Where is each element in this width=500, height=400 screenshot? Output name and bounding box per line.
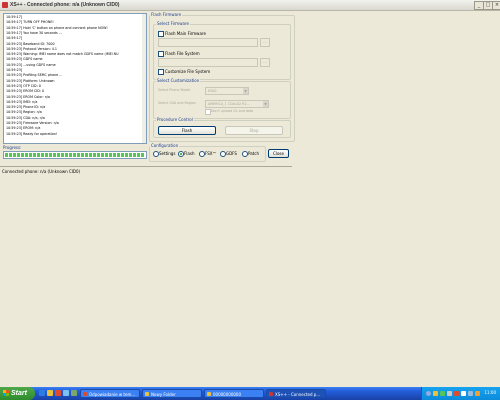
clock[interactable]: 11:00 — [484, 390, 496, 395]
chevron-down-icon: ▼ — [263, 101, 268, 107]
select-firmware-title: Select Firmware — [156, 21, 190, 26]
security-icon[interactable] — [454, 391, 459, 396]
display-icon[interactable] — [468, 391, 473, 396]
log-line: 10:59:23] Protocol Version: 4.1 — [6, 46, 57, 51]
antivirus-icon[interactable] — [440, 391, 445, 396]
status-bar: Connected phone: n/a (Unknown CID0) — [0, 166, 292, 175]
start-label: Start — [11, 390, 27, 397]
select-customization-title: Select Customization — [156, 78, 201, 83]
cda-region-select[interactable]: AMERICA_1 CDA102 R2... ▼ — [205, 100, 269, 108]
flash-main-firmware-checkbox[interactable] — [158, 31, 164, 37]
settings-radio-label: Settings — [159, 151, 176, 156]
windows-logo-icon — [3, 390, 9, 396]
folder-icon[interactable] — [47, 390, 53, 396]
configuration-title: Configuration — [150, 143, 180, 148]
dont-upload-label: Don't upload GL and data — [211, 109, 254, 113]
log-scrollbar[interactable] — [142, 14, 146, 143]
tray-arrow-icon[interactable] — [426, 391, 431, 396]
log-line: 10:59:23] Warning: IMEI name does not ma… — [6, 52, 119, 57]
gdfs-radio-label: GDFS — [226, 151, 237, 156]
log-line: 10:59:17] You have 30 seconds ... — [6, 30, 62, 35]
flash-main-firmware-label: Flash Main Firmware — [165, 31, 206, 36]
phone-model-value: K500 — [208, 89, 217, 93]
volume-icon[interactable] — [447, 391, 452, 396]
progress-label: Progress: — [3, 145, 22, 150]
log-line: 10:59:23] IMEI: n/a — [6, 99, 38, 104]
log-textarea[interactable]: 10:59:17] 10:59:17] TURN OFF PHONE! 10:59:… — [3, 13, 147, 144]
main-window: XS++ - Connected phone: n/a (Unknown CID… — [0, 0, 500, 387]
chevron-down-icon: ▼ — [243, 88, 248, 94]
task-label: XS++ - Connected p... — [275, 392, 321, 397]
progress-bar — [3, 151, 147, 159]
file-system-path-field[interactable] — [158, 58, 258, 67]
log-line: 10:59:23] EROM Color: n/a — [6, 94, 50, 99]
app-icon — [2, 2, 8, 8]
flash-button[interactable]: Flash — [158, 126, 216, 135]
network-icon[interactable] — [433, 391, 438, 396]
flash-radio-label: Flash — [184, 151, 195, 156]
task-label: Odpowiadanie w tem... — [89, 392, 136, 397]
folder-icon — [207, 392, 211, 396]
task-button-folder-2[interactable]: 00000000000 — [204, 389, 264, 398]
firefox-icon[interactable] — [55, 390, 61, 396]
log-line: 10:59:17] TURN OFF PHONE! — [6, 20, 54, 25]
progress-fill — [5, 153, 145, 157]
app-icon — [269, 392, 273, 396]
log-line: 10:59:23] CDA: n/a, n/a — [6, 115, 45, 120]
folder-icon — [145, 392, 149, 396]
log-line: 10:59:23] Phone ID: n/a — [6, 105, 46, 110]
customize-file-system-label: Customize File System — [165, 69, 211, 74]
main-firmware-path-field[interactable] — [158, 38, 258, 47]
stop-button[interactable]: Stop — [225, 126, 283, 135]
close-window-button[interactable]: × — [492, 1, 500, 10]
task-button-xs[interactable]: XS++ - Connected p... — [266, 389, 326, 398]
task-button-firefox[interactable]: Odpowiadanie w tem... — [80, 389, 140, 398]
flash-file-system-label: Flash File System — [165, 51, 200, 56]
log-line: 10:59:23] Region: n/a — [6, 110, 42, 115]
status-text: Connected phone: n/a (Unknown CID0) — [2, 169, 81, 174]
flash-file-system-checkbox[interactable] — [158, 51, 164, 57]
log-line: 10:59:23] ...using GDFS name — [6, 62, 56, 67]
customize-file-system-checkbox[interactable] — [158, 69, 164, 75]
log-line: 10:59:23] EROM CID: 0 — [6, 89, 45, 94]
browse-file-system-button[interactable]: ... — [260, 58, 270, 67]
log-line: 10:59:17] — [6, 15, 23, 19]
log-line: 10:59:23] OTP CID: 0 — [6, 83, 41, 88]
log-line: 10:59:23] Profiling SEMC phone ... — [6, 73, 63, 78]
cda-region-value: AMERICA_1 CDA102 R2... — [208, 102, 250, 106]
log-line: 10:59:23] — [6, 68, 23, 72]
log-line: 10:59:23] Platform: Unknown — [6, 78, 55, 83]
log-line: 10:59:23] Ready for operation! — [6, 131, 58, 136]
phone-model-label: Select Phone Model — [158, 88, 191, 92]
system-tray: 11:00 — [421, 387, 500, 400]
procedure-control-title: Procedure Control — [156, 117, 194, 122]
log-line: 10:59:23] Firmware Version: n/a — [6, 121, 59, 125]
log-line: 10:59:23] GDFS name — [6, 57, 43, 62]
log-line: 10:59:23] EROM: n/a — [6, 126, 41, 131]
close-button[interactable]: Close — [268, 149, 289, 158]
title-bar[interactable]: XS++ - Connected phone: n/a (Unknown CID… — [0, 0, 500, 11]
taskbar: Start Odpowiadanie w tem... Nowy Folder … — [0, 387, 500, 400]
task-label: Nowy Folder — [151, 392, 176, 397]
log-line: 10:59:17] Hold 'C' button on phone and c… — [6, 25, 108, 30]
media-player-icon[interactable] — [71, 390, 77, 396]
task-button-folder[interactable]: Nowy Folder — [142, 389, 202, 398]
browse-main-firmware-button[interactable]: ... — [260, 38, 270, 47]
show-desktop-icon[interactable] — [63, 390, 69, 396]
fsx-radio-label: FSX™ — [205, 151, 217, 156]
flash-firmware-title: Flash Firmware — [150, 12, 183, 17]
log-line: 10:59:17] — [6, 36, 23, 41]
log-line: 10:59:23] Baseband ID: 7000 — [6, 41, 55, 46]
cda-region-label: Select CDA and Region — [158, 101, 196, 105]
internet-explorer-icon[interactable] — [39, 390, 45, 396]
task-label: 00000000000 — [213, 392, 241, 397]
start-button[interactable]: Start — [0, 387, 35, 400]
update-icon[interactable] — [475, 391, 480, 396]
window-title: XS++ - Connected phone: n/a (Unknown CID… — [10, 2, 120, 8]
phone-model-select[interactable]: K500 ▼ — [205, 87, 249, 95]
firefox-icon — [83, 392, 87, 396]
patch-radio-label: Patch — [248, 151, 259, 156]
messenger-icon[interactable] — [461, 391, 466, 396]
